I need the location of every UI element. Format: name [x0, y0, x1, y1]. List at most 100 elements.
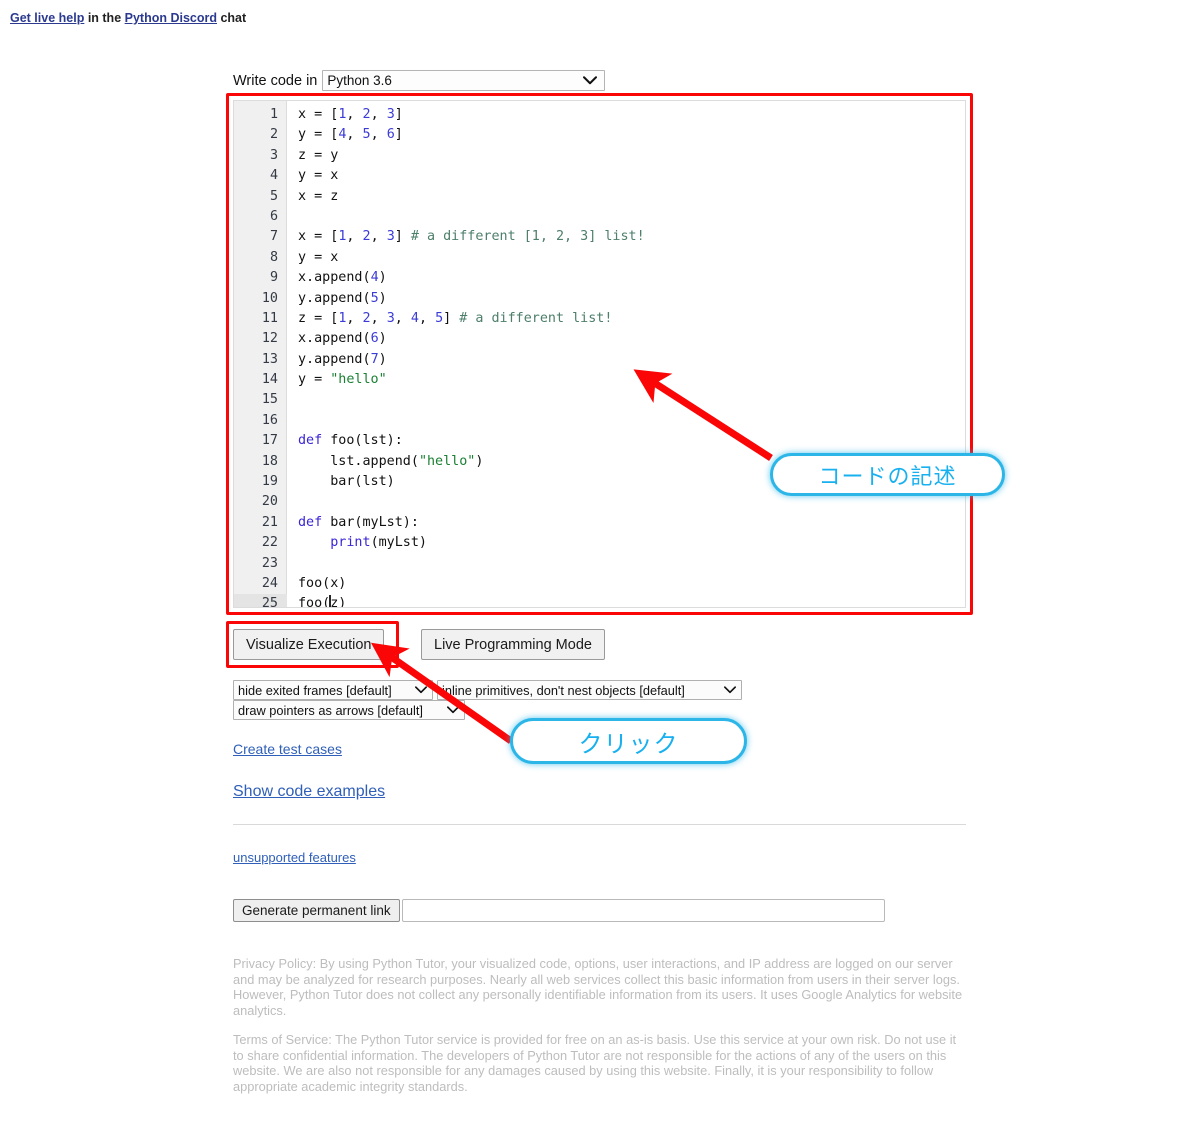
get-live-help-link[interactable]: Get live help: [10, 11, 84, 25]
line-number: 5: [269, 188, 278, 204]
code-line[interactable]: 24 foo(x): [234, 574, 965, 594]
code-line[interactable]: 12 x.append(6): [234, 329, 965, 349]
code-line[interactable]: 15: [234, 390, 965, 410]
code-line[interactable]: 25 foo(z): [234, 594, 965, 608]
terms-of-service-text: Terms of Service: The Python Tutor servi…: [233, 1032, 957, 1094]
code-editor[interactable]: 1 x = [1, 2, 3] 2 y = [4, 5, 6] 3 z = y 4 y = x…: [233, 100, 966, 608]
code-line[interactable]: 18 lst.append("hello"): [234, 452, 965, 472]
code-line[interactable]: 21 def bar(myLst):: [234, 513, 965, 533]
line-number: 13: [261, 351, 278, 367]
code-line-text: x.append(4): [298, 270, 387, 286]
code-line[interactable]: 11 z = [1, 2, 3, 4, 5] # a different list…: [234, 309, 965, 329]
section-divider: [233, 824, 966, 825]
code-line-text: print(myLst): [330, 535, 427, 551]
language-select-value: Python 3.6: [327, 73, 392, 88]
code-line[interactable]: 5 x = z: [234, 187, 965, 207]
code-line[interactable]: 1 x = [1, 2, 3]: [234, 105, 965, 125]
code-line-text: y = x: [298, 168, 339, 184]
inline-primitives-select[interactable]: inline primitives, don't nest objects [d…: [437, 680, 742, 700]
code-line-text: foo(z): [298, 595, 347, 608]
code-lines[interactable]: 1 x = [1, 2, 3] 2 y = [4, 5, 6] 3 z = y 4 y = x…: [234, 105, 965, 608]
privacy-policy-text: Privacy Policy: By using Python Tutor, y…: [233, 956, 963, 1018]
chevron-down-icon: [415, 682, 427, 697]
code-line[interactable]: 20: [234, 492, 965, 512]
line-number: 18: [261, 453, 278, 469]
code-line-text: y.append(7): [298, 351, 387, 367]
line-number: 20: [261, 494, 278, 510]
code-line-text: y = "hello": [298, 372, 387, 388]
draw-pointers-select[interactable]: draw pointers as arrows [default]: [233, 700, 465, 720]
code-line-text: bar(lst): [298, 474, 395, 490]
chevron-down-icon: [447, 702, 459, 717]
line-number: 6: [269, 208, 278, 224]
line-number: 19: [261, 474, 278, 490]
line-number: 15: [261, 392, 278, 408]
code-line-text: y.append(5): [298, 290, 387, 306]
hide-exited-frames-value: hide exited frames [default]: [238, 682, 392, 698]
line-number: 4: [269, 168, 278, 184]
code-line-text: z = [1, 2, 3, 4, 5] # a different list!: [298, 310, 613, 326]
line-number: 10: [261, 290, 278, 306]
line-number: 17: [261, 433, 278, 449]
line-number: 24: [261, 575, 278, 591]
code-line-text: def foo(lst):: [298, 433, 403, 449]
language-row: Write code in Python 3.6: [233, 70, 606, 91]
chevron-down-icon: [724, 682, 736, 697]
code-line[interactable]: 14 y = "hello": [234, 370, 965, 390]
code-line[interactable]: 16: [234, 411, 965, 431]
code-line-text: x = [1, 2, 3]: [298, 107, 403, 122]
show-code-examples-link[interactable]: Show code examples: [233, 783, 385, 801]
permanent-link-input[interactable]: [402, 899, 885, 922]
line-number: 16: [261, 412, 278, 428]
line-number: 23: [261, 555, 278, 571]
line-number: 25: [234, 594, 287, 607]
code-line[interactable]: 4 y = x: [234, 166, 965, 186]
line-number: 9: [269, 270, 278, 286]
code-line-text: foo(x): [298, 575, 347, 591]
line-number: 8: [269, 249, 278, 265]
visualize-execution-button[interactable]: Visualize Execution: [233, 629, 385, 660]
language-select[interactable]: Python 3.6: [322, 70, 606, 91]
code-line[interactable]: 7 x = [1, 2, 3] # a different [1, 2, 3] l…: [234, 227, 965, 247]
generate-permanent-link-button[interactable]: Generate permanent link: [233, 899, 400, 922]
line-number: 1: [269, 107, 278, 122]
help-line-text-1: in the: [84, 11, 125, 25]
code-line[interactable]: 17 def foo(lst):: [234, 431, 965, 451]
line-number: 11: [261, 310, 278, 326]
chevron-down-icon: [583, 72, 598, 87]
code-line[interactable]: 13 y.append(7): [234, 350, 965, 370]
code-line-text: z = y: [298, 147, 339, 163]
line-number: 14: [261, 372, 278, 388]
code-line[interactable]: 23: [234, 554, 965, 574]
python-discord-link[interactable]: Python Discord: [125, 11, 217, 25]
code-line[interactable]: 10 y.append(5): [234, 289, 965, 309]
line-number: 2: [269, 127, 278, 143]
line-number: 21: [261, 514, 278, 530]
code-line-text: x.append(6): [298, 331, 387, 347]
code-line[interactable]: 8 y = x: [234, 248, 965, 268]
help-line-text-2: chat: [217, 11, 247, 25]
inline-primitives-value: inline primitives, don't nest objects [d…: [442, 682, 685, 698]
code-line[interactable]: 9 x.append(4): [234, 268, 965, 288]
hide-exited-frames-select[interactable]: hide exited frames [default]: [233, 680, 433, 700]
unsupported-features-link[interactable]: unsupported features: [233, 850, 356, 865]
code-line-text: x = [1, 2, 3] # a different [1, 2, 3] li…: [298, 229, 645, 245]
code-line[interactable]: 2 y = [4, 5, 6]: [234, 125, 965, 145]
code-line-text: y = [4, 5, 6]: [298, 127, 403, 143]
code-line-text: x = z: [298, 188, 339, 204]
code-line[interactable]: 22 print(myLst): [234, 533, 965, 553]
code-line-text: lst.append("hello"): [298, 453, 484, 469]
line-number: 3: [269, 147, 278, 163]
code-line[interactable]: 19 bar(lst): [234, 472, 965, 492]
code-line[interactable]: 3 z = y: [234, 146, 965, 166]
callout-click: クリック: [510, 718, 747, 764]
live-programming-mode-button[interactable]: Live Programming Mode: [421, 629, 605, 660]
create-test-cases-link[interactable]: Create test cases: [233, 741, 342, 757]
line-number: 22: [261, 535, 278, 551]
code-line-text: def bar(myLst):: [298, 514, 419, 530]
draw-pointers-value: draw pointers as arrows [default]: [238, 702, 423, 718]
code-line[interactable]: 6: [234, 207, 965, 227]
help-line: Get live help in the Python Discord chat: [10, 11, 246, 25]
